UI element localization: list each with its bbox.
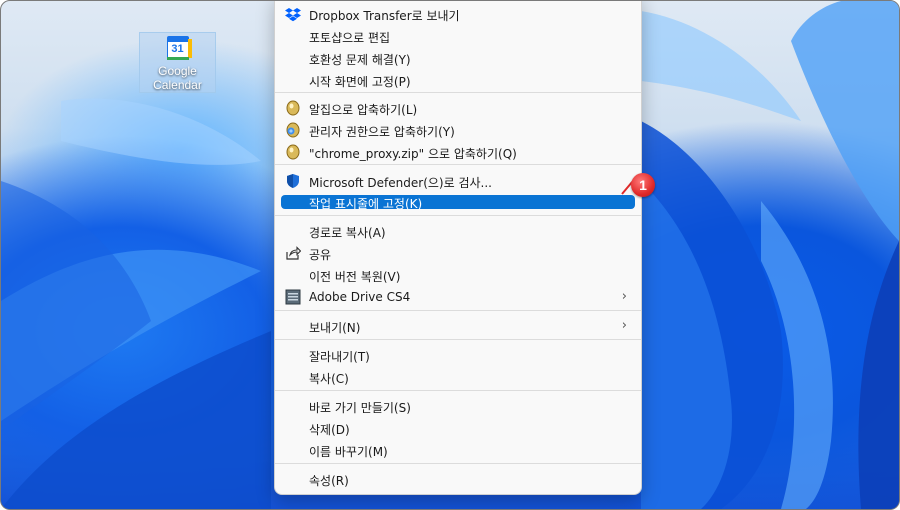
- menu-item-properties[interactable]: 속성(R): [281, 469, 635, 489]
- menu-item-restore-versions[interactable]: 이전 버전 복원(V): [281, 265, 635, 285]
- alzip-admin-icon: [286, 122, 300, 138]
- menu-item-share[interactable]: 공유: [281, 243, 635, 263]
- menu-separator: [275, 164, 641, 165]
- alzip-icon: [286, 144, 300, 160]
- menu-separator: [275, 215, 641, 216]
- desktop: 31 Google Calendar Dropbox Transfer로 보내기…: [0, 0, 900, 510]
- chevron-right-icon: ›: [621, 318, 627, 333]
- menu-item-dropbox-transfer[interactable]: Dropbox Transfer로 보내기: [281, 4, 635, 24]
- menu-item-alzip-compress[interactable]: 알집으로 압축하기(L): [281, 98, 635, 118]
- alzip-icon: [286, 100, 300, 116]
- menu-item-pin-start[interactable]: 시작 화면에 고정(P): [281, 70, 635, 90]
- menu-item-defender-scan[interactable]: Microsoft Defender(으)로 검사...: [281, 171, 635, 191]
- menu-item-copy-path[interactable]: 경로로 복사(A): [281, 221, 635, 241]
- menu-item-compat-troubleshoot[interactable]: 호환성 문제 해결(Y): [281, 48, 635, 68]
- menu-item-create-shortcut[interactable]: 바로 가기 만들기(S): [281, 396, 635, 416]
- google-calendar-icon: 31: [166, 36, 192, 60]
- context-menu: Dropbox Transfer로 보내기 포토샵으로 편집 호환성 문제 해결…: [274, 1, 642, 495]
- share-icon: [286, 246, 301, 260]
- menu-separator: [275, 92, 641, 93]
- menu-separator: [275, 310, 641, 311]
- desktop-icon-google-calendar[interactable]: 31 Google Calendar: [139, 32, 216, 93]
- menu-item-delete[interactable]: 삭제(D): [281, 418, 635, 438]
- desktop-icon-label: Google Calendar: [153, 64, 202, 92]
- menu-item-copy[interactable]: 복사(C): [281, 367, 635, 387]
- step-badge: 1: [631, 173, 655, 197]
- menu-item-alzip-named[interactable]: "chrome_proxy.zip" 으로 압축하기(Q): [281, 142, 635, 162]
- menu-item-rename[interactable]: 이름 바꾸기(M): [281, 440, 635, 460]
- menu-separator: [275, 463, 641, 464]
- menu-separator: [275, 390, 641, 391]
- menu-separator: [275, 339, 641, 340]
- defender-shield-icon: [287, 174, 299, 188]
- menu-item-alzip-admin[interactable]: 관리자 권한으로 압축하기(Y): [281, 120, 635, 140]
- menu-item-photoshop-edit[interactable]: 포토샵으로 편집: [281, 26, 635, 46]
- menu-item-adobe-drive[interactable]: Adobe Drive CS4 ›: [281, 287, 635, 307]
- adobe-drive-icon: [285, 289, 301, 305]
- dropbox-icon: [285, 8, 301, 22]
- chevron-right-icon: ›: [621, 289, 627, 304]
- menu-item-cut[interactable]: 잘라내기(T): [281, 345, 635, 365]
- menu-item-pin-taskbar[interactable]: 작업 표시줄에 고정(K): [281, 195, 635, 211]
- menu-item-send-to[interactable]: 보내기(N) ›: [281, 316, 635, 336]
